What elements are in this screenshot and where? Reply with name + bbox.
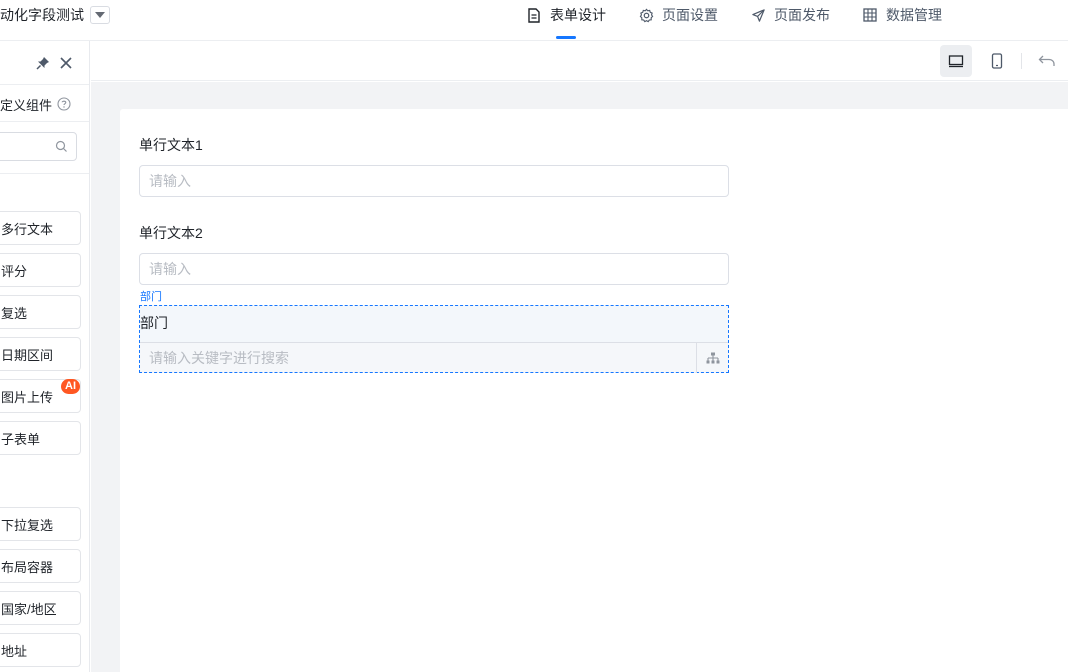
canvas-toolbar (91, 41, 1068, 81)
custom-components-link[interactable]: 定义组件 (0, 95, 71, 113)
mobile-view-button[interactable] (981, 45, 1013, 77)
component-search-input[interactable] (0, 132, 77, 161)
app-title: 动化字段测试 (0, 6, 110, 24)
tab-page-publish[interactable]: 页面发布 (750, 0, 830, 30)
tab-label: 页面发布 (774, 7, 830, 23)
monitor-icon (948, 55, 964, 68)
app-switch-dropdown[interactable] (90, 6, 110, 24)
department-picker-button[interactable] (696, 343, 728, 373)
department-field-selected[interactable]: 部门 请输入关键字进行搜索 (139, 305, 729, 373)
component-item-label: 下拉复选 (1, 517, 54, 533)
component-item[interactable]: 日期区间 (0, 337, 81, 371)
input-placeholder: 请输入关键字进行搜索 (149, 349, 289, 366)
component-item[interactable]: 子表单 (0, 421, 81, 455)
gear-icon (638, 7, 654, 23)
search-icon (55, 140, 67, 152)
component-item[interactable]: 评分 (0, 253, 81, 287)
component-item[interactable]: 复选 (0, 295, 81, 329)
component-item-label: 地址 (1, 643, 28, 659)
department-search-input[interactable]: 请输入关键字进行搜索 (140, 342, 728, 373)
top-bar: 动化字段测试 表单设计 页面设置 页面发布 数据管理 (0, 0, 1068, 41)
org-tree-icon (706, 352, 719, 363)
field-label: 单行文本1 (139, 137, 203, 153)
undo-icon (1038, 55, 1055, 66)
component-item-label: 国家/地区 (1, 601, 57, 617)
custom-components-label: 定义组件 (0, 97, 53, 113)
input-placeholder: 请输入 (149, 173, 191, 189)
tab-page-settings[interactable]: 页面设置 (638, 0, 718, 30)
divider (0, 84, 89, 85)
component-item-label: 评分 (1, 263, 28, 279)
panel-header (0, 41, 89, 85)
component-item[interactable]: 多行文本 (0, 211, 81, 245)
component-item-label: 子表单 (1, 431, 41, 447)
field-label: 单行文本2 (139, 225, 203, 241)
tab-data-management[interactable]: 数据管理 (862, 0, 942, 30)
component-item-label: 复选 (1, 305, 28, 321)
help-icon[interactable] (57, 97, 71, 111)
pin-icon[interactable] (35, 55, 51, 71)
divider (0, 121, 89, 122)
input-placeholder: 请输入 (149, 261, 191, 277)
component-item[interactable]: 下拉复选 (0, 507, 81, 541)
app-title-text: 动化字段测试 (0, 7, 84, 23)
component-item[interactable]: 布局容器 (0, 549, 81, 583)
table-icon (862, 7, 878, 23)
component-item-label: 日期区间 (1, 347, 54, 363)
tab-label: 表单设计 (550, 7, 606, 23)
component-panel: 定义组件 多行文本评分复选日期区间图片上传子表单 AI 下拉复选布局容器国家/地… (0, 41, 90, 672)
single-line-text-input-2[interactable]: 请输入 (139, 253, 729, 285)
top-tabs: 表单设计 页面设置 页面发布 数据管理 (526, 0, 974, 41)
send-icon (750, 7, 766, 23)
undo-button[interactable] (1031, 45, 1063, 77)
tab-form-design[interactable]: 表单设计 (526, 0, 606, 39)
tab-label: 数据管理 (886, 7, 942, 23)
pc-view-button[interactable] (940, 45, 972, 77)
field-label: 部门 (140, 315, 168, 331)
tab-label: 页面设置 (662, 7, 718, 23)
selected-field-tag[interactable]: 部门 (140, 290, 162, 304)
close-icon[interactable] (58, 55, 74, 71)
component-item-label: 多行文本 (1, 221, 54, 237)
component-item[interactable]: 国家/地区 (0, 591, 81, 625)
component-item-label: 图片上传 (1, 389, 54, 405)
component-item[interactable]: 地址 (0, 633, 81, 667)
ai-badge: AI (61, 379, 80, 394)
single-line-text-input-1[interactable]: 请输入 (139, 165, 729, 197)
component-item-label: 布局容器 (1, 559, 54, 575)
active-tab-indicator (556, 36, 576, 39)
caret-down-icon (95, 12, 105, 18)
mobile-icon (991, 53, 1003, 69)
document-icon (526, 7, 542, 23)
toolbar-divider (1021, 53, 1022, 69)
divider (0, 173, 89, 174)
